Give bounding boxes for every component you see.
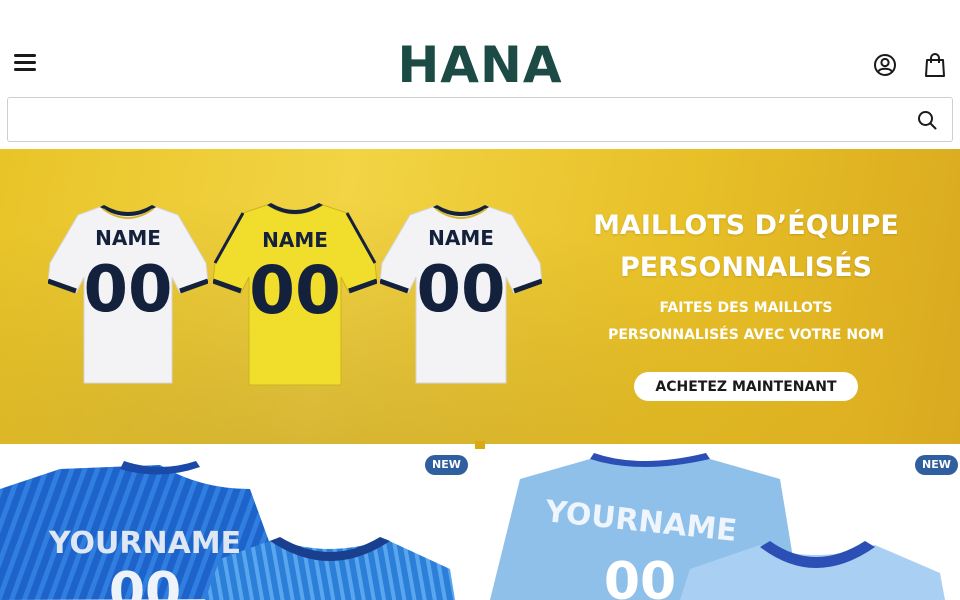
hero-subtitle: FAITES DES MAILLOTS PERSONNALISÉS AVEC V…	[560, 295, 932, 349]
jersey-number-text: 00	[83, 253, 172, 327]
hero-title-line-2: PERSONNALISÉS	[619, 252, 873, 283]
jersey-number-text: 00	[249, 252, 341, 329]
jersey-name-text: NAME	[262, 228, 328, 252]
site-logo[interactable]: HANA	[0, 36, 960, 94]
hero-subtitle-line-1: FAITES DES MAILLOTS	[659, 300, 833, 316]
shop-now-button[interactable]: ACHETEZ MAINTENANT	[634, 372, 858, 401]
hero-title-line-1: MAILLOTS D’ÉQUIPE	[593, 210, 899, 241]
new-badge: NEW	[915, 455, 958, 475]
shopping-bag-icon[interactable]	[922, 52, 948, 78]
search-input[interactable]	[8, 98, 898, 141]
product-image: YOURNAME 00	[0, 461, 455, 600]
jersey-image-white-left: NAME 00	[48, 205, 208, 384]
hero-banner[interactable]: NAME 00 NAME 00 NAME 00 MAILLOTS D’ÉQUIP…	[0, 149, 960, 444]
hero-subtitle-line-2: PERSONNALISÉS AVEC VOTRE NOM	[608, 327, 884, 343]
new-badge: NEW	[425, 455, 468, 475]
search-bar	[7, 97, 953, 142]
jersey-image-white-right: NAME 00	[380, 205, 542, 384]
product-jersey-number: 00	[604, 552, 676, 600]
product-card[interactable]: YOURNAME 00 NEW	[0, 449, 480, 600]
product-jersey-text: YOURNAME	[48, 526, 241, 561]
product-card[interactable]: YOURNAME 00 NEW	[480, 449, 960, 600]
jersey-number-text: 00	[416, 253, 505, 327]
product-jersey-number: 00	[109, 562, 181, 600]
carousel-indicator[interactable]	[475, 441, 485, 449]
jersey-name-text: NAME	[428, 226, 494, 250]
jersey-image-yellow-center: NAME 00	[213, 203, 377, 386]
search-icon[interactable]	[916, 109, 938, 131]
site-header: HANA	[0, 0, 960, 96]
hero-title: MAILLOTS D’ÉQUIPE PERSONNALISÉS	[560, 205, 932, 289]
product-image: YOURNAME 00	[490, 453, 945, 600]
user-account-icon[interactable]	[872, 52, 898, 78]
jersey-name-text: NAME	[95, 226, 161, 250]
